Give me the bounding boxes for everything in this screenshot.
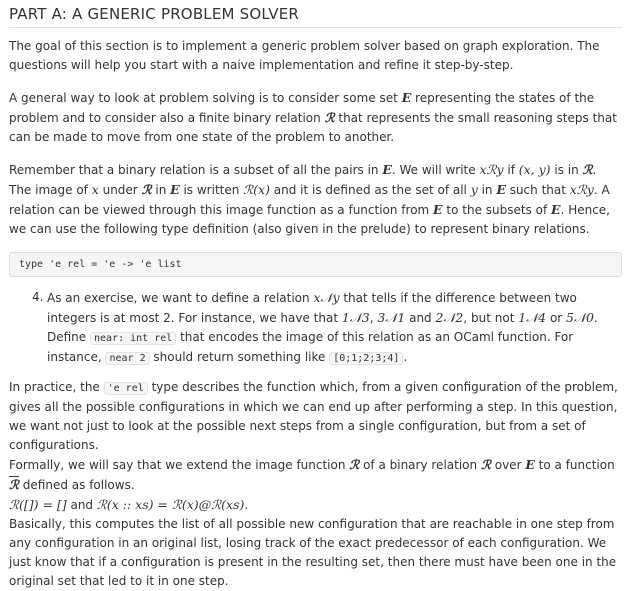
text-run: in <box>477 183 497 197</box>
text-run: and <box>405 311 436 325</box>
math-xry: xℛy <box>569 182 594 197</box>
math-xny: x𝒩y <box>313 290 340 305</box>
text-run: is written <box>179 183 244 197</box>
exercise-list: 4. As an exercise, we want to define a r… <box>9 288 622 368</box>
text-run: if <box>503 163 519 177</box>
explanation-paragraph: Basically, this computes the list of all… <box>9 517 617 588</box>
math-relation-r: ℛ <box>480 457 491 472</box>
text-run: such that <box>505 183 570 197</box>
formula-line: ℛ([]) = [] and ℛ(x :: xs) = ℛ(x)@ℛ(xs). <box>9 495 622 515</box>
section-title: PART A: A GENERIC PROBLEM SOLVER <box>9 5 300 23</box>
text-run: . We will write <box>391 163 480 177</box>
text-run: . <box>593 311 598 325</box>
text-run: to the subsets of <box>442 203 552 217</box>
text-run: to a function <box>534 458 615 472</box>
text-run: Remember that a binary relation is a sub… <box>9 163 383 177</box>
text-run: of a binary relation <box>359 458 481 472</box>
math-set-e: E <box>170 182 180 197</box>
math-relation-r: ℛ <box>349 457 360 472</box>
math-set-e: E <box>382 162 392 177</box>
exercise-item: 4. As an exercise, we want to define a r… <box>32 288 622 368</box>
exercise-number: 4. <box>32 290 44 304</box>
text-run: should return something like <box>149 350 330 364</box>
text-run: under <box>98 183 142 197</box>
title-divider <box>9 27 622 28</box>
inline-code: 'e rel <box>103 382 148 395</box>
type-definition-code-block[interactable]: type 'e rel = 'e -> 'e list <box>9 252 622 277</box>
math-pair: (x, y) <box>518 162 551 177</box>
text-run: As an exercise, we want to define a rela… <box>47 291 314 305</box>
math-image-rx: ℛ(x) <box>243 182 270 197</box>
intro-paragraph: The goal of this section is to implement… <box>9 39 600 72</box>
text-run: , but not <box>463 311 519 325</box>
text-run: and <box>66 498 97 512</box>
math-y: y <box>470 182 478 197</box>
problem-set-paragraph: A general way to look at problem solving… <box>9 88 622 147</box>
inline-code: near 2 <box>105 352 150 365</box>
text-run: in <box>151 183 171 197</box>
math-xry: xℛy <box>479 162 504 177</box>
text-run: Define <box>47 330 90 344</box>
math-relation-r: ℛ <box>141 182 152 197</box>
text-run: over <box>490 458 526 472</box>
math-set-e: E <box>433 202 443 217</box>
text-run: and it is defined as the set of all <box>269 183 471 197</box>
math-relation-r: ℛ <box>582 162 593 177</box>
inline-code: [0;1;2;3;4] <box>329 352 404 365</box>
text-run: . <box>244 498 249 512</box>
math-extended-relation: ℛ <box>9 477 19 492</box>
inline-code: near: int rel <box>89 332 177 345</box>
math-x: x <box>91 182 99 197</box>
math-set-e: E <box>401 90 412 105</box>
math-example: 5𝒩0 <box>566 310 594 325</box>
page: PART A: A GENERIC PROBLEM SOLVER The goa… <box>0 0 636 588</box>
math-set-e: E <box>525 457 535 472</box>
math-formula-recursive: ℛ(x :: xs) = ℛ(x)@ℛ(xs) <box>96 497 245 512</box>
math-example: 2𝒩2 <box>435 310 464 325</box>
math-example: 1𝒩3 <box>341 310 370 325</box>
extension-paragraph: In practice, the 'e rel type describes t… <box>9 378 622 495</box>
text-run: A general way to look at problem solving… <box>9 91 402 105</box>
text-run: defined as follows. <box>18 478 135 492</box>
text-run: Formally, we will say that we extend the… <box>9 458 350 472</box>
math-example: 1𝒩4 <box>518 310 547 325</box>
binary-relation-paragraph: Remember that a binary relation is a sub… <box>9 160 622 239</box>
text-run: or <box>546 311 567 325</box>
text-run: is in <box>550 163 583 177</box>
math-set-e: E <box>551 202 561 217</box>
text-run: In practice, the <box>9 380 104 394</box>
math-set-e: E <box>496 182 506 197</box>
text-run: . <box>403 350 408 364</box>
math-formula-base: ℛ([]) = [] <box>9 497 67 512</box>
math-example: 3𝒩1 <box>377 310 406 325</box>
math-relation-r: ℛ <box>324 110 335 125</box>
